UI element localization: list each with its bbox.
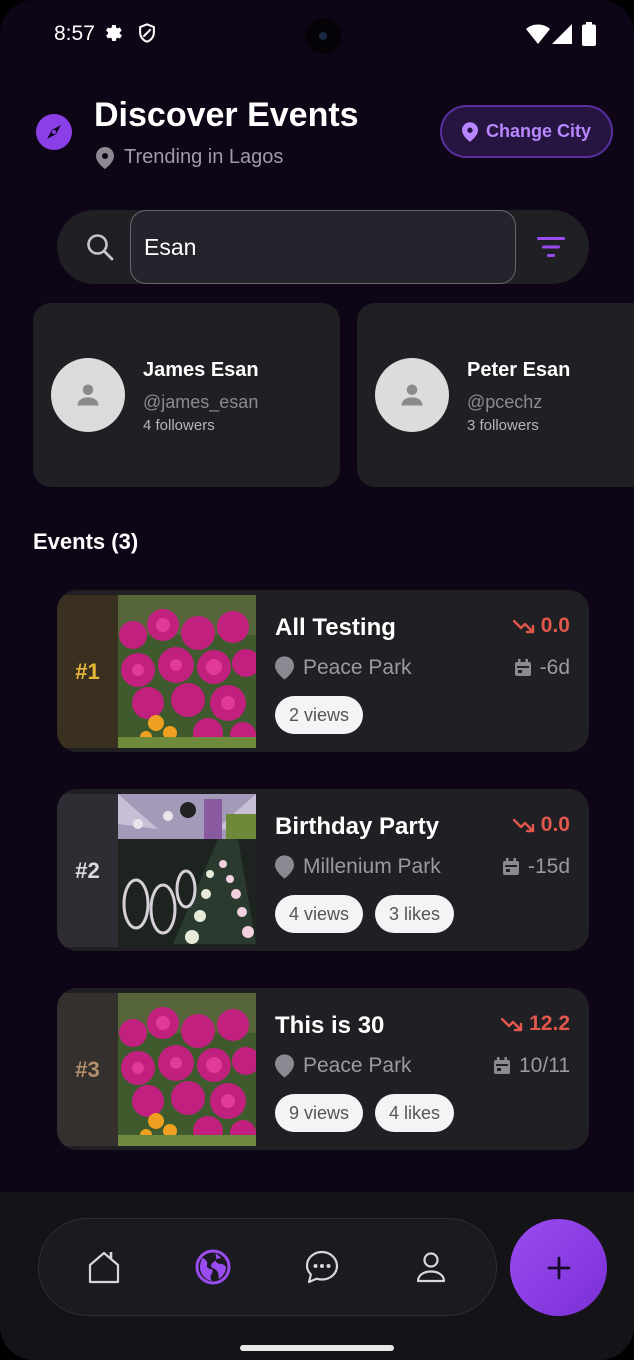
event-location: Millenium Park (303, 855, 441, 878)
event-date: -15d (502, 855, 570, 879)
page-title: Discover Events (94, 96, 359, 134)
event-image (118, 993, 256, 1146)
views-pill: 4 views (275, 895, 363, 933)
status-bar: 8:57 (0, 0, 634, 70)
trend-number: 12.2 (529, 1012, 570, 1035)
app-screen: 8:57 Discover Events Trending in Lagos C… (0, 0, 634, 1360)
user-followers: 4 followers (143, 417, 215, 434)
event-title: Birthday Party (275, 813, 440, 840)
trend-value: 0.0 (512, 614, 570, 638)
plus-icon (547, 1256, 570, 1279)
views-pill: 9 views (275, 1094, 363, 1132)
user-handle: @james_esan (143, 392, 259, 412)
signal-icon (552, 24, 572, 49)
filter-icon[interactable] (535, 234, 567, 265)
location-pin-icon (275, 855, 294, 884)
likes-pill: 3 likes (375, 895, 454, 933)
location-pin-icon (96, 147, 114, 174)
event-image (118, 595, 256, 748)
event-date-text: -15d (527, 855, 570, 878)
event-location: Peace Park (303, 656, 412, 679)
user-name: Peter Esan (467, 359, 571, 381)
event-card[interactable]: #1 All Testing 0.0 Peace Park -6d 2 view… (57, 590, 589, 752)
views-pill: 2 views (275, 696, 363, 734)
calendar-icon (502, 858, 519, 875)
event-rank: #1 (57, 595, 118, 748)
avatar (51, 358, 125, 432)
front-camera (305, 18, 341, 54)
location-pin-icon (275, 656, 294, 685)
trend-value: 0.0 (512, 813, 570, 837)
event-image (118, 794, 256, 947)
gesture-bar[interactable] (240, 1345, 394, 1351)
location-pin-icon (461, 121, 478, 142)
shield-icon (136, 22, 158, 49)
user-name: James Esan (143, 359, 259, 381)
status-time: 8:57 (54, 22, 95, 45)
chat-icon[interactable] (303, 1248, 341, 1291)
battery-icon (582, 22, 596, 51)
trend-value: 12.2 (501, 1012, 570, 1036)
event-rank: #3 (57, 993, 118, 1146)
user-card[interactable]: James Esan @james_esan 4 followers (33, 303, 340, 487)
event-title: All Testing (275, 614, 396, 641)
event-date: 10/11 (493, 1054, 570, 1078)
trending-down-icon (512, 619, 534, 634)
profile-icon[interactable] (412, 1248, 450, 1291)
calendar-icon (494, 1057, 510, 1074)
change-city-label: Change City (485, 121, 591, 141)
create-event-button[interactable] (510, 1219, 607, 1316)
trend-number: 0.0 (540, 614, 570, 637)
compass-icon (36, 114, 72, 150)
person-icon (77, 384, 99, 406)
user-handle: @pcechz (467, 392, 543, 412)
event-card[interactable]: #3 This is 30 12.2 Peace Park 10/11 9 vi… (57, 988, 589, 1150)
change-city-button[interactable]: Change City (440, 105, 613, 158)
calendar-icon (514, 659, 531, 676)
globe-icon[interactable] (194, 1248, 232, 1291)
event-title: This is 30 (275, 1012, 385, 1039)
avatar (375, 358, 449, 432)
event-rank: #2 (57, 794, 118, 947)
likes-pill: 4 likes (375, 1094, 454, 1132)
user-followers: 3 followers (467, 417, 539, 434)
search-input[interactable] (130, 210, 516, 284)
user-card[interactable]: Peter Esan @pcechz 3 followers (357, 303, 634, 487)
search-icon[interactable] (85, 232, 115, 267)
trend-number: 0.0 (540, 813, 570, 836)
home-icon[interactable] (85, 1248, 123, 1291)
location-pin-icon (275, 1054, 294, 1083)
page-subtitle: Trending in Lagos (124, 146, 284, 168)
events-heading: Events (3) (33, 529, 139, 554)
search-bar (57, 210, 589, 284)
trending-down-icon (512, 818, 534, 833)
event-location: Peace Park (303, 1054, 412, 1077)
wifi-icon (526, 23, 550, 50)
event-card[interactable]: #2 Birthday Party 0.0 Millenium Park -15… (57, 789, 589, 951)
event-date-text: -6d (539, 656, 570, 679)
event-date: -6d (514, 656, 570, 680)
trending-down-icon (501, 1017, 523, 1032)
gear-icon (102, 22, 124, 49)
event-date-text: 10/11 (519, 1054, 570, 1077)
person-icon (401, 384, 423, 406)
